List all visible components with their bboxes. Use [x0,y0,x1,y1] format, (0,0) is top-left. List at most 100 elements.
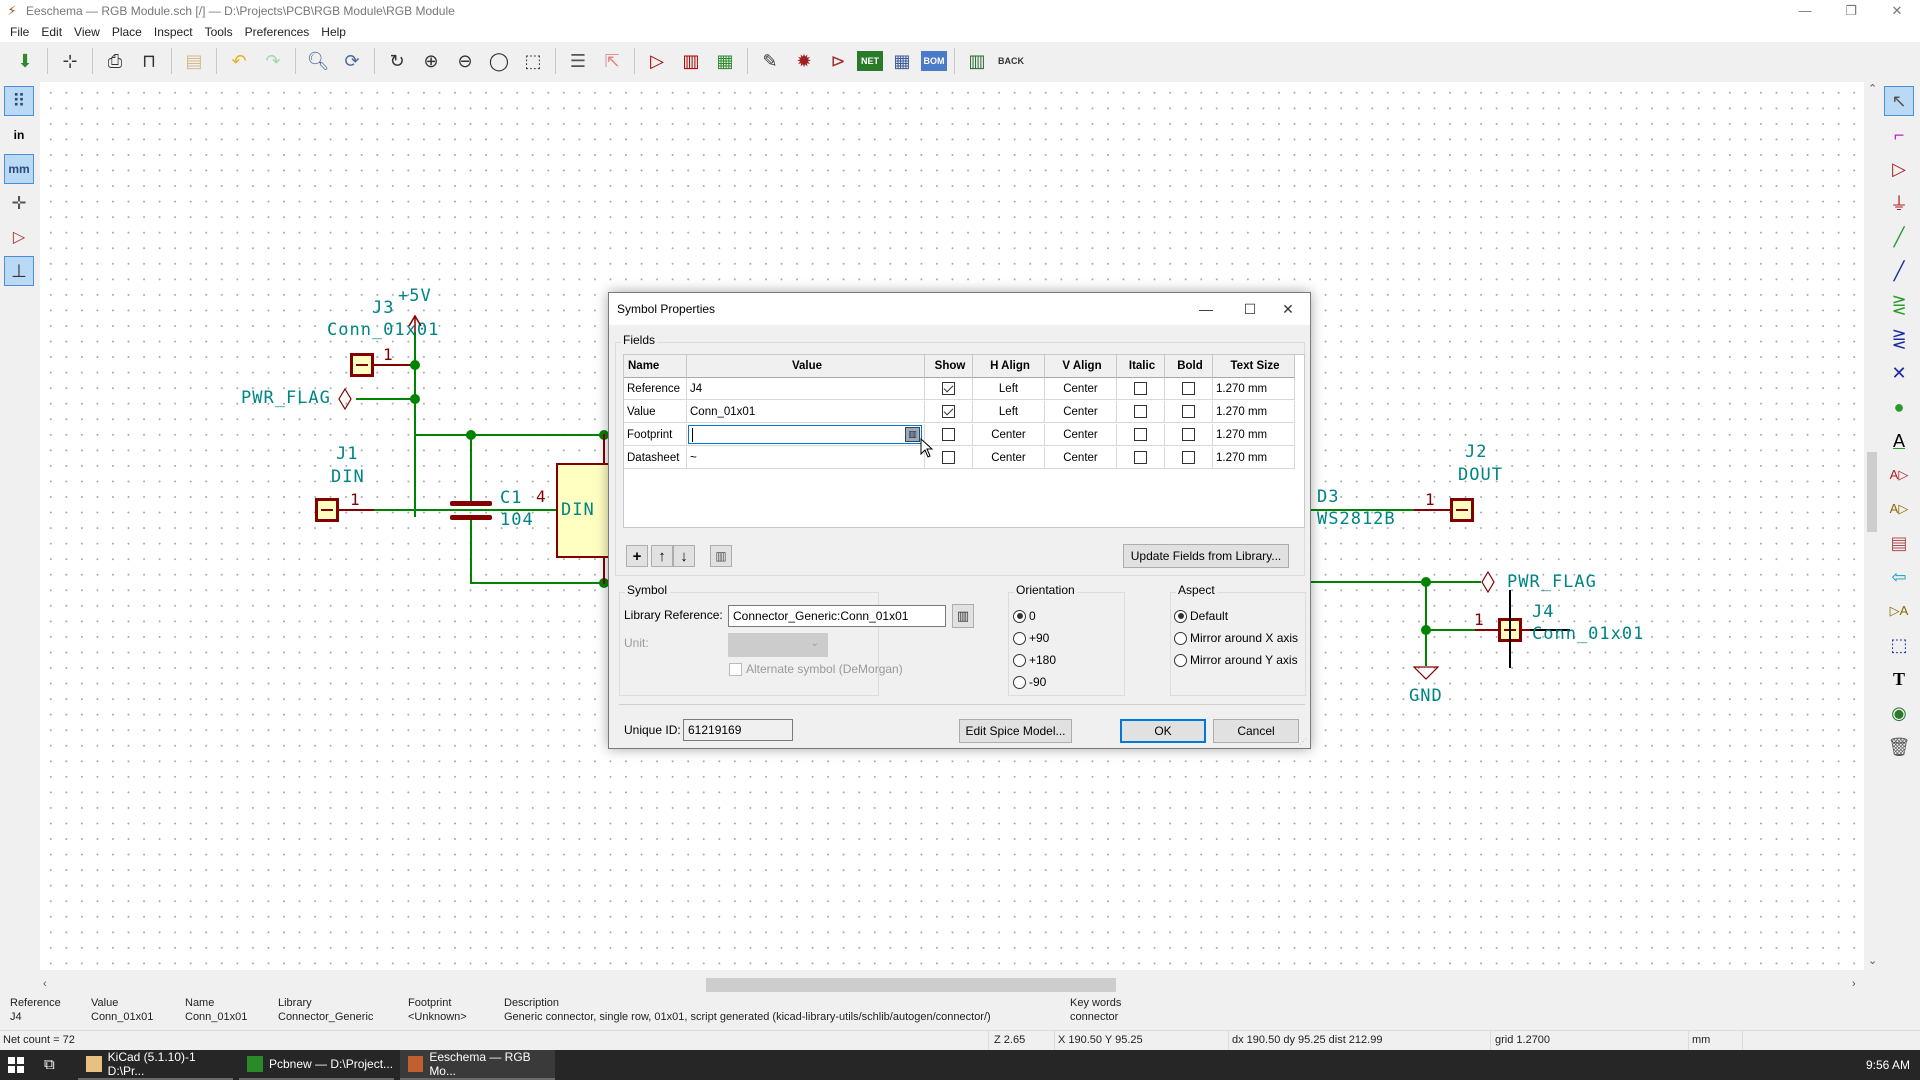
browse-library-button[interactable]: ▥ [952,604,974,628]
menu-edit[interactable]: Edit [35,25,68,39]
pwr-flag-left-symbol[interactable] [337,388,353,410]
print-icon[interactable]: ⎙ [100,46,130,76]
field-v-align[interactable]: Center [1045,447,1117,469]
column-header-h-align[interactable]: H Align [973,355,1045,378]
radio-button[interactable] [1013,631,1026,645]
menu-file[interactable]: File [4,25,35,39]
add-power-icon[interactable]: ⏚ [1884,188,1914,218]
restore-button[interactable]: ❐ [1828,0,1874,22]
refresh-icon[interactable]: ↻ [382,46,412,76]
menu-view[interactable]: View [68,25,106,39]
field-value[interactable]: J4 [687,378,925,400]
zoom-selection-icon[interactable]: ⬚ [518,46,548,76]
field-h-align[interactable]: Left [973,378,1045,400]
menu-tools[interactable]: Tools [199,25,239,39]
orientation-option-180[interactable]: +180 [1013,653,1056,667]
aspect-option-mirror-y[interactable]: Mirror around Y axis [1174,653,1298,667]
wire[interactable] [1311,581,1481,583]
wire-45-icon[interactable]: ⊥ [4,256,34,286]
library-reference-input[interactable]: Connector_Generic:Conn_01x01 [728,605,946,627]
radio-button[interactable] [1174,653,1187,667]
grid-toggle-icon[interactable]: ⠿ [4,86,34,116]
pwr-flag-left-label[interactable]: PWR_FLAG [241,388,331,408]
j4-value[interactable]: Conn_01x01 [1532,624,1644,644]
j2-value[interactable]: DOUT [1458,465,1503,485]
field-show-checkbox[interactable] [942,405,955,419]
vertical-scrollbar[interactable]: ⌃ ⌄ [1866,82,1878,970]
menu-preferences[interactable]: Preferences [239,25,316,39]
taskbar-item-pcbnew[interactable]: Pcbnew — D:\Project... [239,1050,394,1080]
field-show-checkbox[interactable] [942,428,955,442]
column-header-bold[interactable]: Bold [1165,355,1213,378]
menu-inspect[interactable]: Inspect [148,25,199,39]
column-header-value[interactable]: Value [687,355,925,378]
field-italic-checkbox[interactable] [1134,428,1147,442]
taskbar-item-eeschema[interactable]: Eeschema — RGB Mo... [400,1050,555,1080]
power-5v-symbol[interactable] [407,314,423,334]
field-show-checkbox[interactable] [942,451,955,465]
add-graphic-lines-icon[interactable]: ⬚ [1884,630,1914,660]
power-5v-label[interactable]: +5V [398,286,432,306]
add-image-icon[interactable]: ◉ [1884,698,1914,728]
radio-button[interactable] [1013,675,1026,689]
ok-button[interactable]: OK [1120,719,1206,743]
field-h-align[interactable]: Center [973,424,1045,446]
field-text-size[interactable]: 1.270 mm [1213,447,1295,469]
delete-field-button[interactable]: ▥ [710,545,732,567]
add-field-button[interactable]: + [626,545,648,567]
unique-id-field[interactable]: 61219169 [683,719,793,741]
cancel-button[interactable]: Cancel [1213,719,1299,743]
add-bus-icon[interactable]: ╱ [1884,256,1914,286]
wire[interactable] [470,434,472,502]
menu-help[interactable]: Help [315,25,352,39]
symbol-library-browser-icon[interactable]: ▥ [676,46,706,76]
column-header-text-size[interactable]: Text Size [1213,355,1295,378]
find-icon[interactable]: 🔍︎ [303,46,333,76]
field-text-size[interactable]: 1.270 mm [1213,424,1295,446]
scroll-left-icon[interactable]: ‹ [43,978,47,990]
column-header-name[interactable]: Name [624,355,687,378]
field-bold-checkbox[interactable] [1182,405,1195,419]
orientation-option-0[interactable]: 0 [1013,609,1036,623]
start-button[interactable] [8,1057,24,1073]
scroll-down-icon[interactable]: ⌄ [1868,954,1877,967]
zoom-in-icon[interactable]: ⊕ [416,46,446,76]
field-bold-checkbox[interactable] [1182,382,1195,396]
zoom-fit-icon[interactable]: ◯ [484,46,514,76]
wire[interactable] [1311,509,1414,511]
close-button[interactable]: ✕ [1874,0,1920,22]
hierarchy-navigator-icon[interactable]: ☰ [563,46,593,76]
paste-icon[interactable]: ▤ [179,46,209,76]
field-value[interactable]: ~ [687,447,925,469]
taskbar-clock[interactable]: 9:56 AM [1866,1058,1910,1072]
bom-grid-icon[interactable]: ▦ [887,46,917,76]
radio-button[interactable] [1174,631,1187,645]
j2-reference[interactable]: J2 [1465,442,1487,462]
radio-button[interactable] [1013,609,1026,623]
dialog-titlebar[interactable]: Symbol Properties — ☐ ✕ [609,293,1310,325]
field-value[interactable]: Conn_01x01 [687,401,925,423]
taskbar-item-kicad[interactable]: KiCad (5.1.10)-1 D:\Pr... [78,1050,233,1080]
zoom-out-icon[interactable]: ⊖ [450,46,480,76]
j1-value[interactable]: DIN [331,467,365,487]
field-text-size[interactable]: 1.270 mm [1213,401,1295,423]
assign-footprints-icon[interactable]: ⊳ [823,46,853,76]
dialog-maximize-button[interactable]: ☐ [1235,297,1265,321]
wire-bus-entry-icon[interactable]: ⋛ [1884,290,1914,320]
highlight-net-icon[interactable]: ⌐ [1884,120,1914,150]
cursor-style-icon[interactable]: ✛ [4,188,34,218]
c1-value[interactable]: 104 [500,510,534,530]
add-hier-label-icon[interactable]: A▷ [1884,494,1914,524]
column-header-show[interactable]: Show [925,355,973,378]
field-italic-checkbox[interactable] [1134,382,1147,396]
aspect-option-default[interactable]: Default [1174,609,1228,623]
field-text-size[interactable]: 1.270 mm [1213,378,1295,400]
column-header-v-align[interactable]: V Align [1045,355,1117,378]
scroll-up-icon[interactable]: ⌃ [1868,82,1877,95]
field-h-align[interactable]: Center [973,447,1045,469]
orientation-option-minus-90[interactable]: -90 [1013,675,1046,689]
units-inches-icon[interactable]: in [4,120,34,150]
field-show-checkbox[interactable] [942,382,955,396]
add-label-icon[interactable]: A [1884,426,1914,456]
dialog-close-button[interactable]: ✕ [1273,297,1303,321]
